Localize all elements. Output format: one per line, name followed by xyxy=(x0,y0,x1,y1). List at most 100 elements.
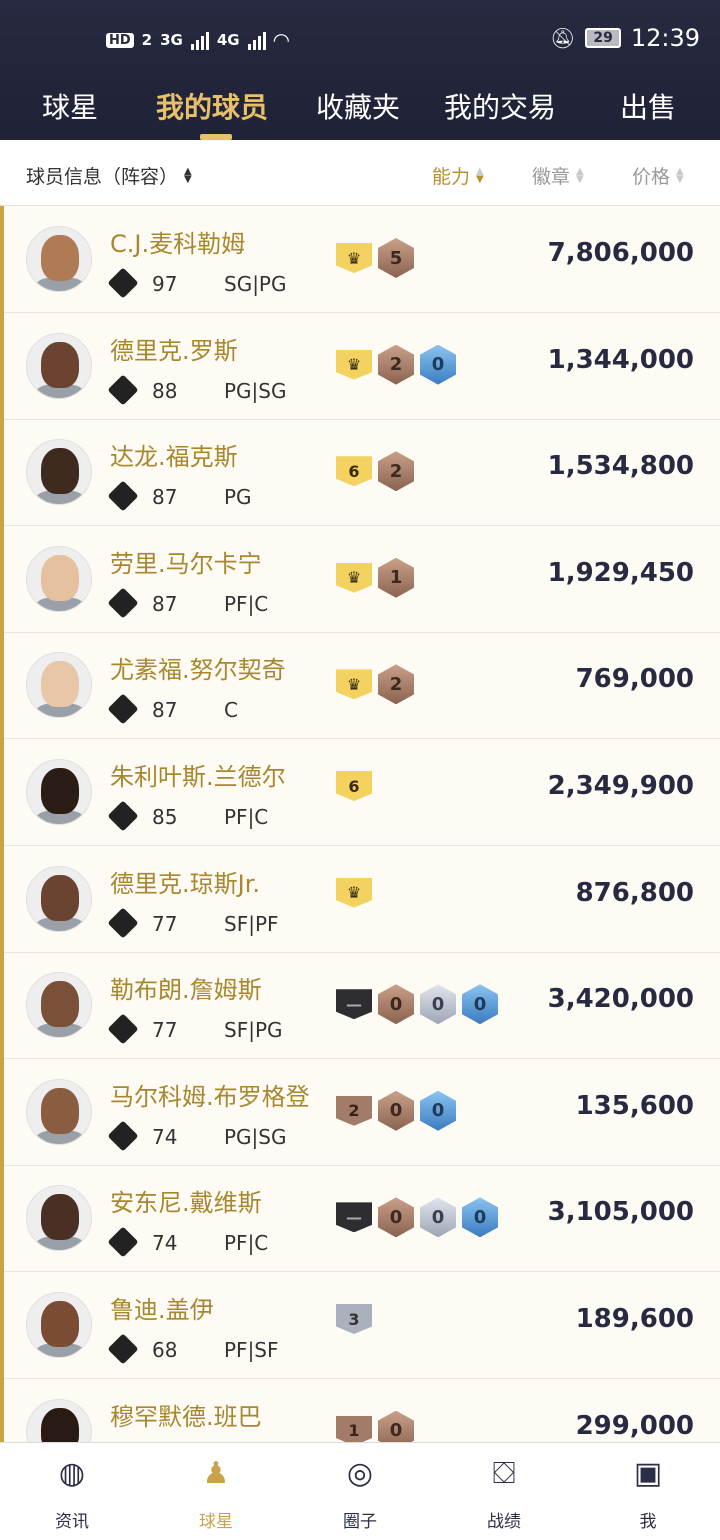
player-rating: 88 xyxy=(152,378,178,403)
player-row[interactable]: 德里克.罗斯 88 PG|SG ♛ 2 0 1,344,000 xyxy=(4,313,720,420)
player-row[interactable]: C.J.麦科勒姆 97 SG|PG ♛ 5 7,806,000 xyxy=(4,206,720,313)
player-name: 达龙.福克斯 xyxy=(110,443,238,472)
player-position: PG|SG xyxy=(224,378,287,403)
player-avatar xyxy=(26,1292,92,1358)
sort-player-info[interactable]: 球员信息（阵容） ▲ ▼ xyxy=(26,162,192,189)
player-avatar xyxy=(26,332,92,399)
nav-circle[interactable]: ◎ 圈子 xyxy=(310,1453,410,1533)
app-header: HD 2 3G 4G ◠ 🔕︎ 29 12:39 球星 我的球员 收藏夹 我的交… xyxy=(0,0,720,140)
badge-count: 1 xyxy=(378,557,414,598)
profile-icon: ▣ xyxy=(633,1455,663,1491)
badge-count: 0 xyxy=(378,1090,414,1131)
badge-count: 2 xyxy=(378,344,414,385)
player-name: 穆罕默德.班巴 xyxy=(110,1402,262,1431)
player-position: SG|PG xyxy=(224,272,287,296)
player-name: 鲁迪.盖伊 xyxy=(110,1296,214,1324)
sort-ability[interactable]: 能力 ▲ ▼ xyxy=(432,162,484,189)
player-avatar xyxy=(26,545,92,612)
tab-sell[interactable]: 出售 xyxy=(620,86,676,126)
player-rating: 87 xyxy=(152,485,178,510)
nav-stars-label: 球星 xyxy=(199,1512,233,1532)
badge-count: 0 xyxy=(420,344,456,385)
tab-my-players[interactable]: 我的球员 xyxy=(156,86,268,126)
wifi-icon: ◠ xyxy=(273,28,289,52)
rating-icon xyxy=(107,800,139,832)
sort-arrows-icon: ▲ ▼ xyxy=(676,165,684,185)
player-badges: 3 xyxy=(336,1304,372,1334)
player-position: SF|PG xyxy=(224,1018,283,1043)
player-rating: 87 xyxy=(152,591,178,616)
player-name: 德里克.琼斯Jr. xyxy=(110,869,260,898)
sort-price[interactable]: 价格 ▲ ▼ xyxy=(632,162,684,189)
badge-count: 0 xyxy=(378,1410,414,1442)
player-row[interactable]: 尤素福.努尔契奇 87 C ♛ 2 769,000 xyxy=(4,632,720,740)
rating-icon xyxy=(107,693,139,725)
player-price: 1,534,800 xyxy=(547,451,694,482)
player-position: PF|SF xyxy=(224,1338,279,1362)
nav-stars[interactable]: ♟ 球星 xyxy=(166,1453,266,1533)
player-name: C.J.麦科勒姆 xyxy=(110,230,246,258)
tab-favorites[interactable]: 收藏夹 xyxy=(316,86,400,126)
nav-record[interactable]: ⛋ 战绩 xyxy=(454,1453,554,1533)
player-price: 135,600 xyxy=(575,1090,694,1121)
player-position: PF|C xyxy=(224,591,269,616)
clock: 12:39 xyxy=(630,24,700,52)
player-price: 3,420,000 xyxy=(547,984,694,1015)
nav-circle-label: 圈子 xyxy=(343,1512,377,1532)
player-badges: 200 xyxy=(336,1090,456,1131)
player-row[interactable]: 安东尼.戴维斯 74 PF|C —0 0 0 3,105,000 xyxy=(4,1165,720,1273)
rating-icon xyxy=(107,1120,139,1152)
ability-badge: ♛ xyxy=(336,562,372,593)
player-rating: 74 xyxy=(152,1124,178,1149)
player-name: 朱利叶斯.兰德尔 xyxy=(110,763,286,791)
ability-badge: ♛ xyxy=(336,669,372,700)
player-avatar xyxy=(26,1398,92,1442)
player-name: 勒布朗.詹姆斯 xyxy=(110,976,262,1005)
player-row[interactable]: 穆罕默德.班巴 1 0 299,000 xyxy=(4,1379,720,1442)
player-row[interactable]: 勒布朗.詹姆斯 77 SF|PG —0 0 0 3,420,000 xyxy=(4,952,720,1060)
tab-my-trades[interactable]: 我的交易 xyxy=(444,86,556,126)
player-rating: 68 xyxy=(152,1338,178,1362)
top-tab-bar: 球星 我的球员 收藏夹 我的交易 出售 xyxy=(0,80,720,140)
player-row[interactable]: 鲁迪.盖伊 68 PF|SF 3 189,600 xyxy=(4,1272,720,1379)
tab-stars[interactable]: 球星 xyxy=(42,86,98,126)
ability-badge: 3 xyxy=(336,1304,372,1334)
ability-badge: 1 xyxy=(336,1415,372,1442)
ability-badge: 2 xyxy=(336,1095,372,1126)
player-badges: ♛ 2 0 xyxy=(336,344,456,385)
hd-indicator: HD xyxy=(106,32,134,48)
sort-badge[interactable]: 徽章 ▲ ▼ xyxy=(532,162,584,189)
player-avatar xyxy=(26,1185,92,1252)
player-row[interactable]: 德里克.琼斯Jr. 77 SF|PF ♛ 876,800 xyxy=(4,846,720,953)
player-row[interactable]: 朱利叶斯.兰德尔 85 PF|C 6 2,349,900 xyxy=(4,739,720,846)
basketball-icon: ◍ xyxy=(58,1455,86,1491)
player-price: 3,105,000 xyxy=(547,1197,694,1228)
badge-count: 2 xyxy=(378,451,414,492)
nav-news[interactable]: ◍ 资讯 xyxy=(22,1453,122,1533)
status-bar: HD 2 3G 4G ◠ 🔕︎ 29 12:39 xyxy=(0,0,720,80)
ability-badge: ♛ xyxy=(336,349,372,380)
player-row[interactable]: 达龙.福克斯 87 PG 6 2 1,534,800 xyxy=(4,419,720,527)
ability-badge: ♛ xyxy=(336,877,372,908)
player-badges: 6 xyxy=(336,771,372,801)
mute-bell-icon: 🔕︎ xyxy=(549,26,576,50)
rating-icon xyxy=(107,480,139,512)
nav-me[interactable]: ▣ 我 xyxy=(598,1453,698,1533)
ability-badge: 6 xyxy=(336,771,372,801)
player-price: 2,349,900 xyxy=(547,771,694,801)
rating-icon xyxy=(107,1013,139,1045)
ability-badge: — xyxy=(336,989,372,1020)
signal-icon xyxy=(190,30,209,50)
signal-icon xyxy=(247,30,266,50)
player-badges: ♛ xyxy=(336,877,372,908)
player-price: 876,800 xyxy=(575,877,694,908)
rating-icon xyxy=(107,374,139,406)
player-position: PG xyxy=(224,485,252,510)
player-row[interactable]: 马尔科姆.布罗格登 74 PG|SG 2 0 0 135,600 xyxy=(4,1059,720,1166)
sort-ability-label: 能力 xyxy=(432,166,471,188)
player-position: SF|PF xyxy=(224,911,279,936)
player-row[interactable]: 劳里.马尔卡宁 87 PF|C ♛ 1 1,929,450 xyxy=(4,526,720,633)
badge-count: 5 xyxy=(378,238,414,278)
ability-badge: ♛ xyxy=(336,243,372,273)
player-list[interactable]: C.J.麦科勒姆 97 SG|PG ♛ 5 7,806,000 德里克.罗斯 88 PG|SG ♛… xyxy=(0,206,720,1442)
